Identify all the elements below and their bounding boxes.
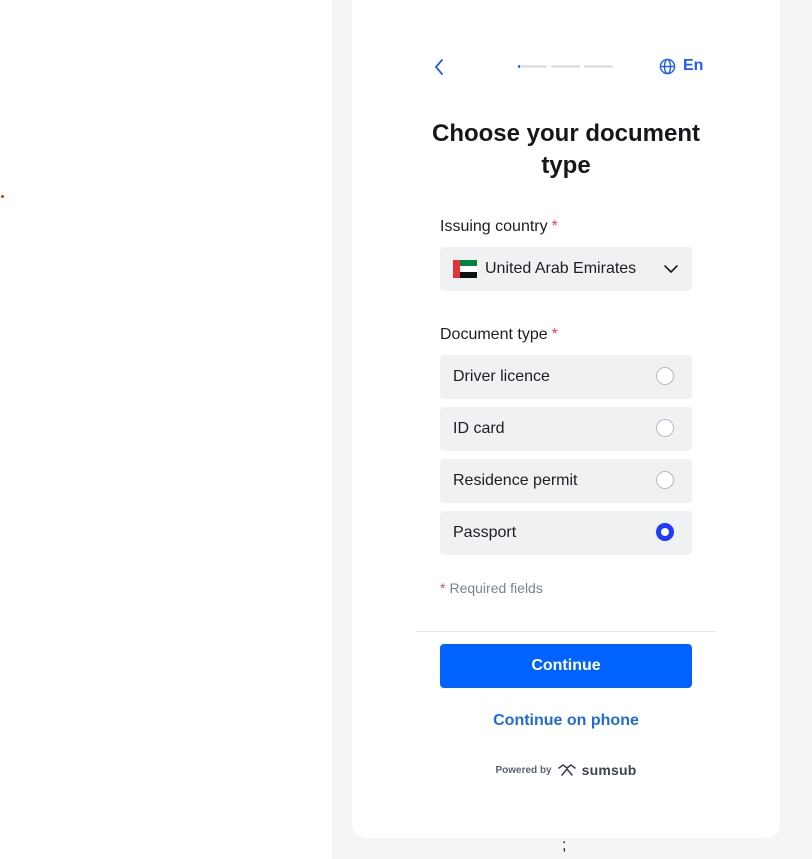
option-residence-permit[interactable]: Residence permit	[440, 459, 692, 503]
document-type-label-text: Document type	[440, 326, 548, 343]
powered-by-footer: Powered by sumsub	[416, 762, 716, 778]
radio-button[interactable]	[656, 471, 674, 489]
issuing-country-select[interactable]: United Arab Emirates	[440, 247, 692, 291]
left-pane	[0, 0, 332, 859]
flag-hoist-stripe	[453, 260, 460, 278]
option-label: Driver licence	[453, 368, 550, 385]
uae-flag-icon	[453, 260, 477, 278]
language-label: En	[683, 57, 704, 74]
option-driver-licence[interactable]: Driver licence	[440, 355, 692, 399]
globe-icon	[659, 58, 676, 74]
issuing-country-label-text: Issuing country	[440, 218, 548, 235]
red-dot	[1, 195, 4, 198]
page-title: Choose your document type	[431, 120, 701, 179]
option-label: Passport	[453, 524, 517, 541]
chevron-down-icon	[664, 265, 678, 273]
option-label: ID card	[453, 420, 505, 437]
radio-button[interactable]	[656, 367, 674, 385]
progress-indicator	[518, 65, 613, 68]
language-selector[interactable]: En	[659, 57, 703, 75]
required-asterisk: *	[551, 326, 558, 343]
option-label: Residence permit	[453, 472, 578, 489]
back-button[interactable]	[428, 56, 450, 78]
progress-step-1-fill	[518, 65, 521, 68]
flag-bottom-stripe	[460, 272, 477, 278]
required-asterisk: *	[551, 218, 558, 235]
document-type-label: Document type *	[440, 326, 558, 344]
required-asterisk: *	[440, 580, 446, 596]
issuing-country-label: Issuing country *	[440, 218, 558, 236]
option-passport[interactable]: Passport	[440, 511, 692, 555]
sumsub-brand: sumsub	[581, 762, 637, 778]
option-id-card[interactable]: ID card	[440, 407, 692, 451]
radio-button[interactable]	[656, 419, 674, 437]
chevron-left-icon	[435, 59, 443, 75]
selected-country: United Arab Emirates	[485, 260, 637, 277]
powered-by-text: Powered by	[495, 764, 552, 776]
stray-semicolon: ;	[562, 837, 567, 854]
progress-step-3	[584, 65, 613, 68]
required-fields-note: * Required fields	[440, 580, 543, 596]
progress-step-1	[518, 65, 547, 68]
continue-on-phone-link[interactable]: Continue on phone	[416, 712, 716, 730]
radio-button[interactable]	[656, 523, 674, 541]
required-fields-text: Required fields	[449, 580, 543, 596]
progress-step-2	[551, 65, 580, 68]
continue-button[interactable]: Continue	[440, 644, 692, 688]
flag-stripes	[460, 260, 477, 278]
sumsub-logo-icon	[557, 764, 576, 776]
divider	[416, 631, 716, 632]
